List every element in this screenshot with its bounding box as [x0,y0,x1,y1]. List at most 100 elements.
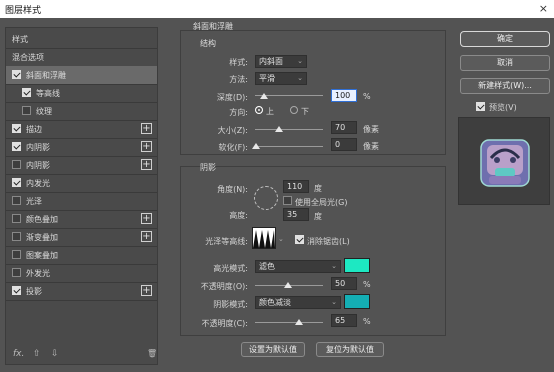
sidebar-item-label: 内阴影 [26,161,50,170]
direction-down-label: 下 [301,107,309,116]
technique-value: 平滑 [259,74,275,83]
direction-down-radio[interactable] [290,106,298,114]
preview-image [480,139,530,187]
size-slider-thumb[interactable] [275,126,283,132]
angle-label: 角度(N): [217,185,248,194]
sidebar-item-checkbox[interactable] [12,286,21,295]
add-effect-icon[interactable]: + [141,123,152,134]
sidebar-item-checkbox[interactable] [12,160,21,169]
add-effect-icon[interactable]: + [141,231,152,242]
highlight-opacity-unit: % [363,280,371,289]
sidebar-item-checkbox[interactable] [22,88,31,97]
structure-title: 结构 [200,39,216,48]
anti-alias-checkbox[interactable] [295,235,304,244]
move-up-icon[interactable]: ⇧ [33,349,41,359]
shadow-opacity-label: 不透明度(C): [201,319,248,328]
sidebar-header-blend[interactable]: 混合选项 [6,48,157,66]
set-default-button[interactable]: 设置为默认值 [241,342,305,357]
sidebar-header-styles[interactable]: 样式 [6,30,157,48]
shading-title: 阴影 [200,163,216,172]
shadow-mode-value: 颜色减淡 [259,298,291,307]
global-light-checkbox[interactable] [283,196,292,205]
sidebar-item-label: 描边 [26,125,42,134]
sidebar-item-checkbox[interactable] [12,124,21,133]
gloss-contour-label: 光泽等高线: [205,237,248,246]
add-effect-icon[interactable]: + [141,159,152,170]
technique-dropdown[interactable]: 平滑 ⌄ [255,72,307,85]
altitude-input[interactable]: 35 [283,208,309,221]
highlight-opacity-thumb[interactable] [284,282,292,288]
move-down-icon[interactable]: ⇩ [51,349,59,359]
altitude-label: 高度: [229,211,248,220]
sidebar-item[interactable]: 斜面和浮雕 [6,66,157,84]
fx-icon[interactable]: fx. [13,349,24,359]
sidebar-item[interactable]: 投影 + [6,282,157,300]
size-input[interactable]: 70 [331,121,357,134]
divider [6,300,157,301]
highlight-mode-dropdown[interactable]: 滤色 ⌄ [255,260,341,273]
angle-input[interactable]: 110 [283,180,309,193]
ok-button[interactable]: 确定 [460,31,550,47]
chevron-down-icon: ⌄ [297,57,303,65]
new-style-button[interactable]: 新建样式(W)... [460,78,550,94]
highlight-color-swatch[interactable] [344,258,370,273]
shadow-mode-dropdown[interactable]: 颜色减淡 ⌄ [255,296,341,309]
soften-input[interactable]: 0 [331,138,357,151]
add-effect-icon[interactable]: + [141,141,152,152]
sidebar-item[interactable]: 外发光 [6,264,157,282]
sidebar-item-checkbox[interactable] [12,142,21,151]
sidebar-item-checkbox[interactable] [22,106,31,115]
highlight-mode-label: 高光模式: [213,264,248,273]
depth-slider-thumb[interactable] [260,93,268,99]
depth-label: 深度(D): [216,93,248,102]
sidebar-item-label: 投影 [26,287,42,296]
soften-slider-thumb[interactable] [252,143,260,149]
style-dropdown[interactable]: 内斜面 ⌄ [255,55,307,68]
sidebar-item-checkbox[interactable] [12,196,21,205]
shadow-opacity-thumb[interactable] [295,319,303,325]
style-label: 样式: [229,58,248,67]
close-icon[interactable]: × [539,2,548,15]
style-value: 内斜面 [259,57,283,66]
sidebar-item[interactable]: 等高线 [6,84,157,102]
depth-input[interactable]: 100 [331,89,357,102]
sidebar-item[interactable]: 描边 + [6,120,157,138]
sidebar-item-label: 纹理 [36,107,52,116]
sidebar-item[interactable]: 内发光 [6,174,157,192]
sidebar-item-label: 斜面和浮雕 [26,71,66,80]
sidebar-item-checkbox[interactable] [12,232,21,241]
sidebar-item[interactable]: 光泽 [6,192,157,210]
sidebar-header-styles-label: 样式 [12,35,28,44]
global-light-label: 使用全局光(G) [295,198,348,207]
add-effect-icon[interactable]: + [141,285,152,296]
gloss-contour-picker[interactable] [252,227,276,249]
sidebar-item-checkbox[interactable] [12,70,21,79]
sidebar-item[interactable]: 内阴影 + [6,138,157,156]
sidebar-item[interactable]: 内阴影 + [6,156,157,174]
angle-dial[interactable] [254,186,278,210]
shadow-opacity-input[interactable]: 65 [331,314,357,327]
preview-checkbox[interactable] [476,102,485,111]
sidebar-item[interactable]: 图案叠加 [6,246,157,264]
add-effect-icon[interactable]: + [141,213,152,224]
highlight-opacity-input[interactable]: 50 [331,277,357,290]
chevron-down-icon[interactable]: ⌄ [278,235,284,243]
bevel-section-title: 斜面和浮雕 [193,22,233,31]
sidebar-item-checkbox[interactable] [12,268,21,277]
sidebar-item-label: 图案叠加 [26,251,58,260]
trash-icon[interactable]: 🗑 [147,349,157,358]
cancel-button[interactable]: 取消 [460,55,550,71]
direction-up-radio[interactable] [255,106,263,114]
sidebar-item[interactable]: 颜色叠加 + [6,210,157,228]
sidebar-item-checkbox[interactable] [12,214,21,223]
shadow-opacity-track[interactable] [255,322,323,323]
sidebar-item[interactable]: 纹理 [6,102,157,120]
sidebar-item-checkbox[interactable] [12,250,21,259]
anti-alias-label: 消除锯齿(L) [307,237,350,246]
shadow-color-swatch[interactable] [344,294,370,309]
sidebar-item[interactable]: 渐变叠加 + [6,228,157,246]
size-slider-track[interactable] [255,129,323,130]
reset-default-button[interactable]: 复位为默认值 [316,342,384,357]
soften-slider-track[interactable] [255,146,323,147]
sidebar-item-checkbox[interactable] [12,178,21,187]
